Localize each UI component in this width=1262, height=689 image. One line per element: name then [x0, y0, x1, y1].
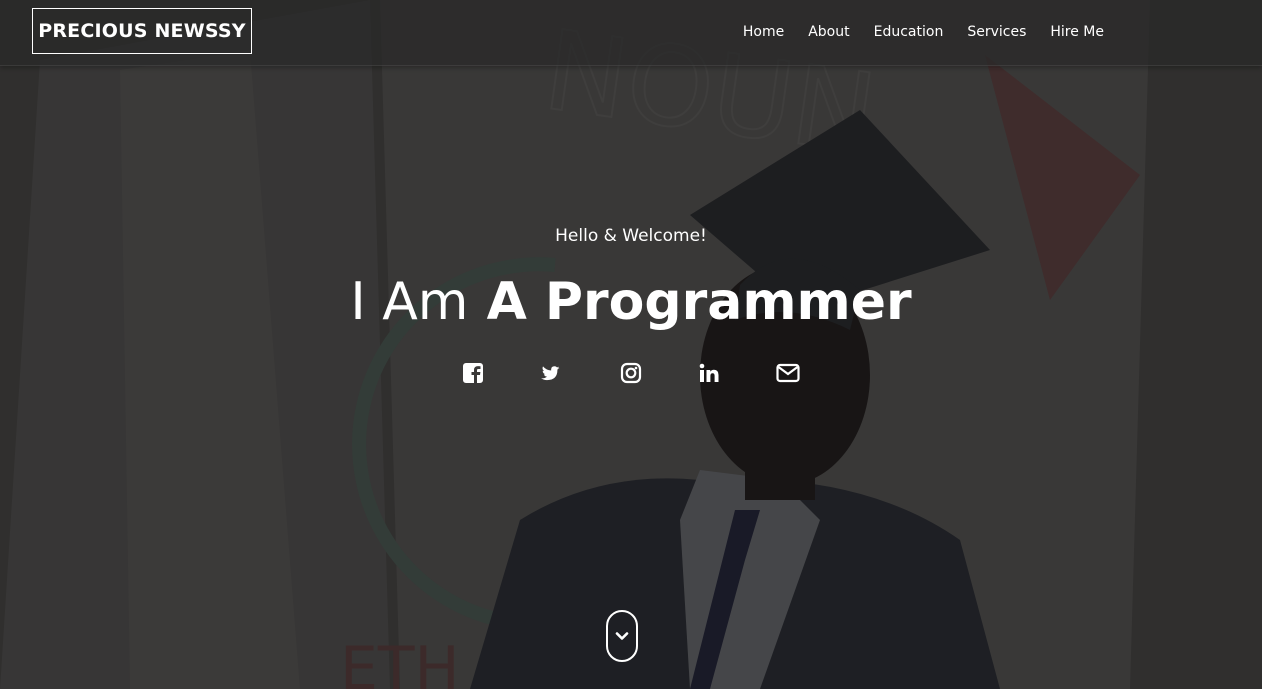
facebook-icon: [463, 363, 483, 383]
facebook-link[interactable]: [458, 358, 488, 388]
twitter-icon: [541, 366, 560, 381]
nav-hire-me[interactable]: Hire Me: [1038, 24, 1116, 40]
nav-education[interactable]: Education: [862, 24, 956, 40]
email-link[interactable]: [773, 358, 803, 388]
nav-services[interactable]: Services: [955, 24, 1038, 40]
headline-prefix: I Am: [350, 272, 469, 332]
scroll-down-button[interactable]: [606, 610, 638, 662]
social-links: [0, 358, 1262, 388]
instagram-icon: [620, 362, 642, 384]
linkedin-icon: [699, 363, 719, 382]
hero-headline: I Am A Programmer: [0, 270, 1262, 334]
top-navbar: PRECIOUS NEWSSY Home About Education Ser…: [0, 0, 1262, 66]
hero-overlay: [0, 0, 1262, 689]
hero-greeting: Hello & Welcome!: [555, 226, 707, 246]
instagram-link[interactable]: [616, 358, 646, 388]
chevron-down-icon: [615, 632, 629, 640]
hero-section: NOUN ETH: [0, 0, 1262, 689]
nav-links: Home About Education Services Hire Me: [731, 0, 1116, 64]
nav-about[interactable]: About: [796, 24, 861, 40]
headline-emphasis: A Programmer: [486, 272, 912, 332]
linkedin-link[interactable]: [694, 358, 724, 388]
brand-logo[interactable]: PRECIOUS NEWSSY: [32, 8, 252, 54]
nav-home[interactable]: Home: [731, 24, 796, 40]
envelope-icon: [776, 363, 800, 383]
twitter-link[interactable]: [537, 358, 567, 388]
